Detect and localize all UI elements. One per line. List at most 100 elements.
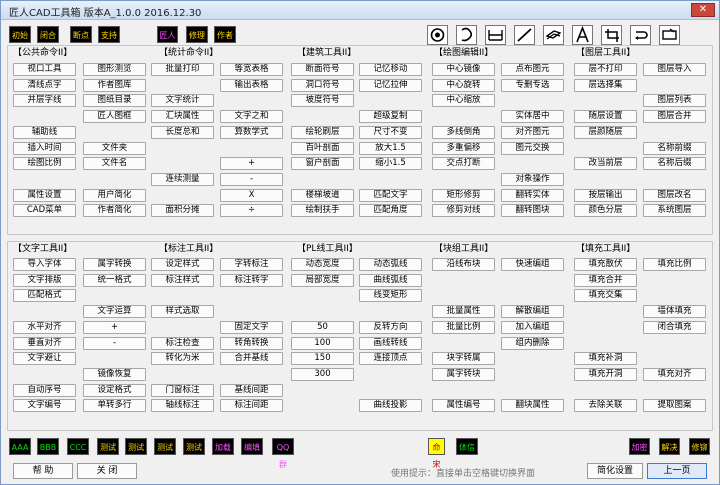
command-button[interactable]: 多重偏移: [432, 141, 495, 155]
command-button[interactable]: 图形测览: [83, 63, 146, 76]
command-button[interactable]: X: [220, 188, 283, 202]
prev-page-button[interactable]: 上一页: [647, 463, 707, 479]
command-button[interactable]: 坡度符号: [291, 94, 354, 108]
command-button[interactable]: 属性设置: [13, 188, 76, 202]
command-button[interactable]: 名称前缀: [643, 141, 706, 155]
tool-chip[interactable]: 初始: [9, 26, 31, 43]
tool-chip[interactable]: 断点: [70, 26, 92, 43]
tool-chip[interactable]: 闭合: [37, 26, 59, 43]
command-button[interactable]: 放大1.5: [359, 141, 422, 155]
command-button[interactable]: 文字排版: [13, 273, 76, 287]
command-button[interactable]: 解散编组: [501, 305, 564, 319]
command-button[interactable]: 合并基线: [220, 352, 283, 366]
command-button[interactable]: 基线间距: [220, 383, 283, 397]
command-button[interactable]: 设定格式: [83, 383, 146, 397]
command-button[interactable]: 连接顶点: [359, 352, 422, 366]
command-button[interactable]: 块字转属: [432, 352, 495, 366]
line-icon[interactable]: [514, 25, 535, 45]
command-button[interactable]: 作者图库: [83, 78, 146, 92]
command-button[interactable]: 批量属性: [432, 305, 495, 319]
close-window-button[interactable]: ✕: [691, 3, 715, 17]
undo-icon[interactable]: [630, 25, 651, 45]
command-button[interactable]: 辅助线: [13, 125, 76, 139]
command-button[interactable]: -: [220, 172, 283, 186]
command-button[interactable]: 翻转实体: [501, 188, 564, 202]
command-button[interactable]: 画线转线: [359, 336, 422, 350]
command-button[interactable]: 改当前层: [574, 157, 637, 171]
command-button[interactable]: 长度总和: [151, 125, 214, 139]
command-button[interactable]: 汇块属性: [151, 110, 214, 124]
command-button[interactable]: 提取图案: [643, 399, 706, 413]
command-button[interactable]: 交点打断: [432, 157, 495, 171]
command-button[interactable]: 专删专选: [501, 78, 564, 92]
command-button[interactable]: 标注间距: [220, 399, 283, 413]
command-button[interactable]: 名称后缀: [643, 157, 706, 171]
command-button[interactable]: 输出表格: [220, 78, 283, 92]
bottom-chip[interactable]: AAA: [9, 438, 31, 455]
command-button[interactable]: 文件夹: [83, 141, 146, 155]
command-button[interactable]: 绘制扶手: [291, 204, 354, 218]
command-button[interactable]: 图层合并: [643, 110, 706, 124]
command-button[interactable]: 层颜随层: [574, 125, 637, 139]
command-button[interactable]: 固定文字: [220, 320, 283, 334]
command-button[interactable]: 实体居中: [501, 110, 564, 124]
command-button[interactable]: 中心镜像: [432, 63, 495, 76]
command-button[interactable]: 转化为米: [151, 352, 214, 366]
command-button[interactable]: 300: [291, 367, 354, 381]
command-button[interactable]: 缩小1.5: [359, 157, 422, 171]
command-button[interactable]: 设定样式: [151, 258, 214, 271]
command-button[interactable]: 垂直对齐: [13, 336, 76, 350]
command-button[interactable]: 填充合并: [574, 273, 637, 287]
command-button[interactable]: 水平对齐: [13, 320, 76, 334]
bottom-chip[interactable]: 编填: [241, 438, 263, 455]
command-button[interactable]: 匠人图框: [83, 110, 146, 124]
record-icon[interactable]: [427, 25, 448, 45]
command-button[interactable]: 单转多行: [83, 399, 146, 413]
command-button[interactable]: 插入时间: [13, 141, 76, 155]
command-button[interactable]: 洞口符号: [291, 78, 354, 92]
command-button[interactable]: 图纸目录: [83, 94, 146, 108]
command-button[interactable]: 属字转块: [432, 367, 495, 381]
command-button[interactable]: 150: [291, 352, 354, 366]
command-button[interactable]: 动态宽度: [291, 258, 354, 271]
command-button[interactable]: 翻转图块: [501, 204, 564, 218]
command-button[interactable]: 门窗标注: [151, 383, 214, 397]
tool-chip[interactable]: 作者: [214, 26, 236, 43]
command-button[interactable]: 闭合填充: [643, 320, 706, 334]
command-button[interactable]: 随层设置: [574, 110, 637, 124]
bottom-chip[interactable]: 命宋: [428, 438, 445, 469]
command-button[interactable]: 绘轮刷层: [291, 125, 354, 139]
command-button[interactable]: 用户简化: [83, 188, 146, 202]
command-button[interactable]: 去除关联: [574, 399, 637, 413]
command-button[interactable]: 对象操作: [501, 172, 564, 186]
command-button[interactable]: 动态弧线: [359, 258, 422, 271]
bottom-chip[interactable]: 体信: [456, 438, 478, 455]
command-button[interactable]: 颜色分层: [574, 204, 637, 218]
command-button[interactable]: 层选择集: [574, 78, 637, 92]
command-button[interactable]: -: [83, 336, 146, 350]
command-button[interactable]: 矩形修剪: [432, 188, 495, 202]
command-button[interactable]: 按层输出: [574, 188, 637, 202]
command-button[interactable]: 文字统计: [151, 94, 214, 108]
bottom-chip[interactable]: 测试: [183, 438, 205, 455]
command-button[interactable]: 转角转换: [220, 336, 283, 350]
command-button[interactable]: 加入编组: [501, 320, 564, 334]
command-button[interactable]: 图层改名: [643, 188, 706, 202]
command-button[interactable]: 组内删除: [501, 336, 564, 350]
command-button[interactable]: 属字转换: [83, 258, 146, 271]
command-button[interactable]: 文字避让: [13, 352, 76, 366]
command-button[interactable]: 文字之和: [220, 110, 283, 124]
command-button[interactable]: ÷: [220, 204, 283, 218]
command-button[interactable]: 批量打印: [151, 63, 214, 76]
command-button[interactable]: 中心缩放: [432, 94, 495, 108]
command-button[interactable]: 填充补洞: [574, 352, 637, 366]
command-button[interactable]: 图层导入: [643, 63, 706, 76]
command-button[interactable]: 局部宽度: [291, 273, 354, 287]
command-button[interactable]: 中心旋转: [432, 78, 495, 92]
command-button[interactable]: 记忆拉伸: [359, 78, 422, 92]
command-button[interactable]: 曲线弧线: [359, 273, 422, 287]
command-button[interactable]: 并层字线: [13, 94, 76, 108]
crop-icon[interactable]: [601, 25, 622, 45]
tool-chip[interactable]: 匠人: [157, 26, 178, 43]
command-button[interactable]: 断面符号: [291, 63, 354, 76]
